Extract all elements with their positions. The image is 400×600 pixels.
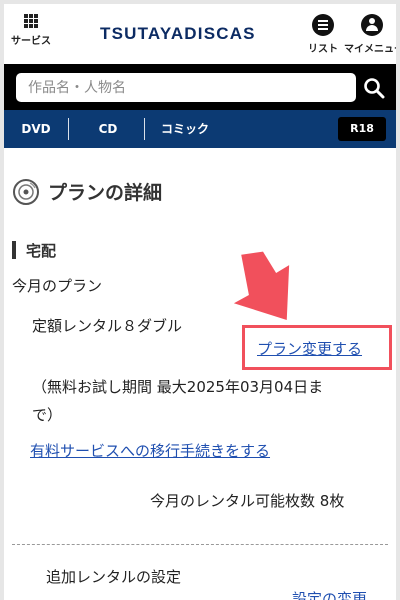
list-label: リスト (308, 44, 338, 55)
services-button[interactable]: サービス (8, 14, 54, 47)
disc-icon (13, 179, 39, 205)
paid-service-link[interactable]: 有料サービスへの移行手続きをする (30, 440, 270, 461)
r18-button[interactable]: R18 (338, 117, 386, 141)
extra-rental-label: 追加レンタルの設定 (46, 568, 182, 586)
list-button[interactable]: リスト (306, 14, 340, 55)
trial-period-text-line1: （無料お試し期間 最大2025年03月04日ま (32, 378, 324, 396)
search-icon (364, 78, 385, 99)
nav-divider (144, 118, 145, 140)
section-marker (12, 241, 16, 259)
page-title-text: プランの詳細 (48, 182, 163, 204)
rental-count-text: 今月のレンタル可能枚数 8枚 (150, 492, 345, 510)
nav-item-comic[interactable]: コミック (150, 110, 220, 148)
arrow-annotation-icon (233, 251, 290, 321)
services-grid-icon (24, 14, 38, 28)
nav-divider (68, 118, 69, 140)
header: サービス TSUTAYADISCAS リスト マイメニュー (4, 4, 396, 62)
trial-period-text-line2: で） (32, 406, 63, 424)
nav-item-cd[interactable]: CD (80, 110, 136, 148)
services-label: サービス (11, 36, 51, 47)
settings-change-link[interactable]: 設定の変更 (292, 588, 367, 600)
search-button[interactable] (362, 76, 388, 102)
mymenu-button[interactable]: マイメニュー (344, 14, 396, 55)
mymenu-label: マイメニュー (344, 44, 396, 55)
nav-item-dvd[interactable]: DVD (8, 110, 64, 148)
plan-name: 定額レンタル８ダブル (32, 317, 183, 335)
change-plan-link[interactable]: プラン変更する (257, 338, 362, 359)
section-divider (12, 544, 388, 545)
search-bar (4, 64, 396, 110)
section-title: 宅配 (26, 242, 57, 260)
page-frame: サービス TSUTAYADISCAS リスト マイメニュー DVD (4, 4, 396, 600)
site-logo[interactable]: TSUTAYADISCAS (100, 24, 256, 44)
current-plan-label: 今月のプラン (12, 277, 103, 295)
user-icon (361, 14, 383, 36)
category-nav: DVD CD コミック R18 (4, 110, 396, 148)
search-input[interactable] (16, 73, 356, 102)
list-icon (312, 14, 334, 36)
